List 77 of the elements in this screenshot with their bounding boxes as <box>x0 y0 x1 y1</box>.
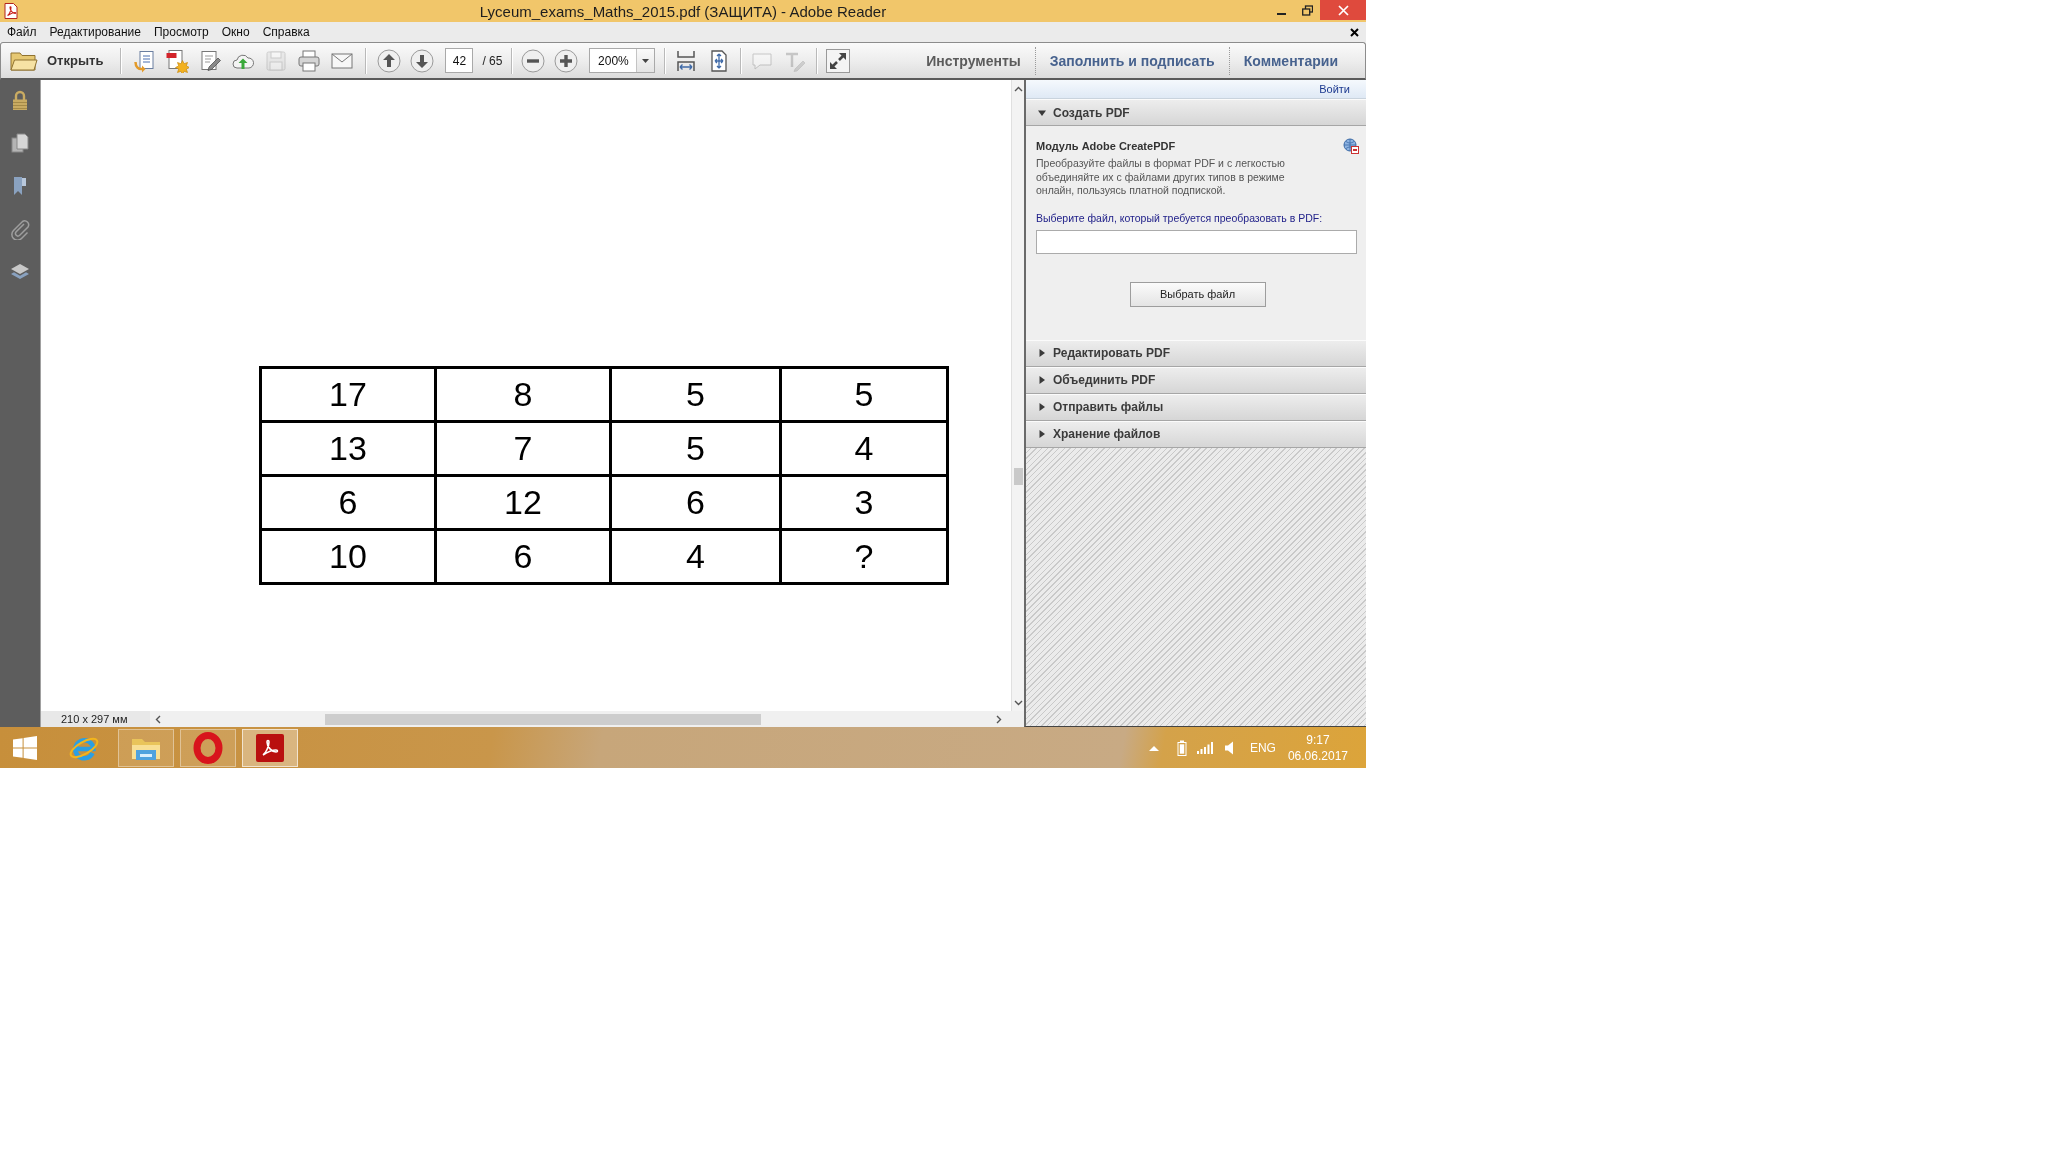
close-icon <box>1337 4 1349 16</box>
table-cell: 4 <box>610 529 781 584</box>
module-title: Модуль Adobe CreatePDF <box>1036 140 1176 152</box>
panel-section-header[interactable]: Отправить файлы <box>1026 393 1366 421</box>
table-cell: 5 <box>610 367 781 422</box>
table-cell: 6 <box>260 475 436 530</box>
plus-circle-icon[interactable] <box>554 48 579 73</box>
table-cell: 4 <box>780 421 948 476</box>
table-cell: 17 <box>260 367 436 422</box>
choose-file-button[interactable]: Выбрать файл <box>1129 281 1266 307</box>
menu-item[interactable]: Окно <box>215 23 256 41</box>
page-count: / 65 <box>482 53 503 68</box>
signal-bars-icon[interactable] <box>1196 741 1213 754</box>
restore-icon[interactable] <box>1301 4 1313 16</box>
arrow-up-icon[interactable] <box>377 48 402 73</box>
chevron-down-icon[interactable] <box>1013 700 1023 706</box>
o-logo-icon <box>193 731 223 764</box>
table-cell: 10 <box>260 529 436 584</box>
table-cell: 7 <box>435 421 611 476</box>
chevron-up-icon[interactable] <box>1013 86 1023 92</box>
menu-item[interactable]: Просмотр <box>147 23 215 41</box>
taskbar-button[interactable] <box>242 728 298 767</box>
print-icon[interactable] <box>297 48 322 73</box>
chevron-right-icon[interactable] <box>996 714 1002 724</box>
toolbar-tab[interactable]: Заполнить и подписать <box>1035 47 1229 74</box>
sign-in-link[interactable]: Войти <box>1319 83 1350 95</box>
table-cell: 8 <box>435 367 611 422</box>
window-title: Lyceum_exams_Maths_2015.pdf (ЗАЩИТА) - Adobe Reader <box>479 2 887 20</box>
taskbar-button[interactable] <box>180 728 236 767</box>
horizontal-scrollbar[interactable] <box>150 711 1024 727</box>
document-pencil-icon[interactable] <box>198 48 223 73</box>
start-icon[interactable] <box>13 735 37 760</box>
folder-icon <box>10 49 38 72</box>
menu-item[interactable]: Редактирование <box>43 23 147 41</box>
toolbar-tab[interactable]: Инструменты <box>912 47 1035 74</box>
speaker-icon[interactable] <box>1224 740 1234 755</box>
panel-section-header[interactable]: Создать PDF <box>1026 99 1366 126</box>
open-button[interactable]: Открыть <box>8 49 110 72</box>
close-icon[interactable] <box>1350 27 1359 37</box>
pages-icon[interactable] <box>9 132 31 154</box>
expand-icon[interactable] <box>826 48 851 73</box>
document-arrow-icon[interactable] <box>132 48 157 73</box>
table-cell: 6 <box>610 475 781 530</box>
file-path-field[interactable] <box>1036 229 1357 254</box>
globe-document-icon[interactable] <box>1343 138 1359 154</box>
table-cell: 13 <box>260 421 436 476</box>
chevron-left-icon[interactable] <box>155 714 161 724</box>
table-cell: 3 <box>780 475 948 530</box>
menu-item[interactable]: Справка <box>256 23 316 41</box>
close-button[interactable] <box>1320 0 1366 20</box>
minus-circle-icon[interactable] <box>521 48 546 73</box>
table-cell: 5 <box>780 367 948 422</box>
pdf-logo-icon <box>255 732 285 763</box>
vertical-scrollbar[interactable] <box>1011 80 1024 711</box>
scrollbar-thumb[interactable] <box>325 713 761 725</box>
battery-icon[interactable] <box>1176 739 1187 756</box>
toolbar-tab[interactable]: Комментарии <box>1229 47 1352 74</box>
arrow-down-icon[interactable] <box>410 48 435 73</box>
document-star-icon[interactable] <box>165 48 190 73</box>
paperclip-icon[interactable] <box>9 218 31 240</box>
page-number-field[interactable]: 42 <box>445 48 474 73</box>
panel-section-header[interactable]: Объединить PDF <box>1026 366 1366 394</box>
module-description: Преобразуйте файлы в формат PDF и с легкостью объединяйте их с файлами других типов в режиме онлайн, пользуясь платной подпиской. <box>1036 157 1286 198</box>
table-cell: 6 <box>435 529 611 584</box>
zoom-combobox[interactable]: 200% <box>589 48 656 73</box>
caret-up-icon[interactable] <box>1148 744 1159 751</box>
scrollbar-thumb[interactable] <box>1013 468 1023 485</box>
panel-section-header[interactable]: Хранение файлов <box>1026 420 1366 448</box>
file-prompt: Выберите файл, который требуется преобразовать в PDF: <box>1036 211 1324 224</box>
table-cell: ? <box>780 529 948 584</box>
table-cell: 5 <box>610 421 781 476</box>
panel-section-header[interactable]: Редактировать PDF <box>1026 339 1366 367</box>
menu-item[interactable]: Файл <box>1 23 43 41</box>
table-cell: 12 <box>435 475 611 530</box>
page-size-label: 210 x 297 мм <box>41 711 150 727</box>
caret-down-icon <box>642 58 650 63</box>
pdf-file-icon <box>3 3 19 19</box>
